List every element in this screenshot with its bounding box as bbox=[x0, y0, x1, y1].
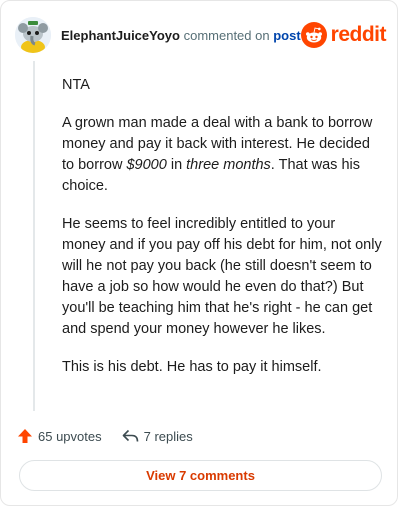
username-link[interactable]: ElephantJuiceYoyo bbox=[61, 28, 180, 43]
comment-paragraph-3: He seems to feel incredibly entitled to … bbox=[62, 216, 382, 337]
paragraph-2-amount: $9000 bbox=[126, 157, 167, 173]
comment-footer: 65 upvotes 7 replies bbox=[17, 425, 193, 447]
reddit-brand[interactable]: reddit bbox=[300, 22, 387, 48]
comment-body: NTA A grown man made a deal with a bank … bbox=[62, 75, 382, 395]
comment-byline: ElephantJuiceYoyo commented on post bbox=[61, 28, 301, 43]
comment-paragraph-4: This is his debt. He has to pay it himse… bbox=[62, 359, 322, 375]
action-text: commented on bbox=[183, 27, 270, 43]
upvote-arrow-icon bbox=[18, 429, 32, 443]
comment-header: ElephantJuiceYoyo commented on post redd… bbox=[15, 15, 387, 55]
reply-count: 7 replies bbox=[143, 428, 193, 444]
upvote-count: 65 upvotes bbox=[38, 428, 102, 444]
reddit-logo-icon bbox=[300, 22, 327, 48]
comment-paragraph-1: NTA bbox=[62, 77, 90, 93]
post-link[interactable]: post bbox=[273, 28, 300, 43]
reddit-wordmark: reddit bbox=[330, 23, 387, 46]
paragraph-2-duration: three months bbox=[186, 157, 271, 173]
upvote-button[interactable]: 65 upvotes bbox=[17, 428, 102, 444]
snoo-avatar-icon bbox=[15, 17, 51, 53]
comment-paragraph-2: A grown man made a deal with a bank to b… bbox=[62, 113, 382, 197]
view-comments-button[interactable]: View 7 comments bbox=[19, 460, 382, 491]
replies-button[interactable]: 7 replies bbox=[122, 429, 193, 444]
reply-arrow-icon bbox=[122, 429, 138, 442]
user-avatar[interactable] bbox=[15, 17, 51, 53]
comment-card: ElephantJuiceYoyo commented on post redd… bbox=[0, 0, 398, 506]
thread-line bbox=[33, 61, 35, 411]
paragraph-2-text-b: in bbox=[166, 157, 187, 173]
